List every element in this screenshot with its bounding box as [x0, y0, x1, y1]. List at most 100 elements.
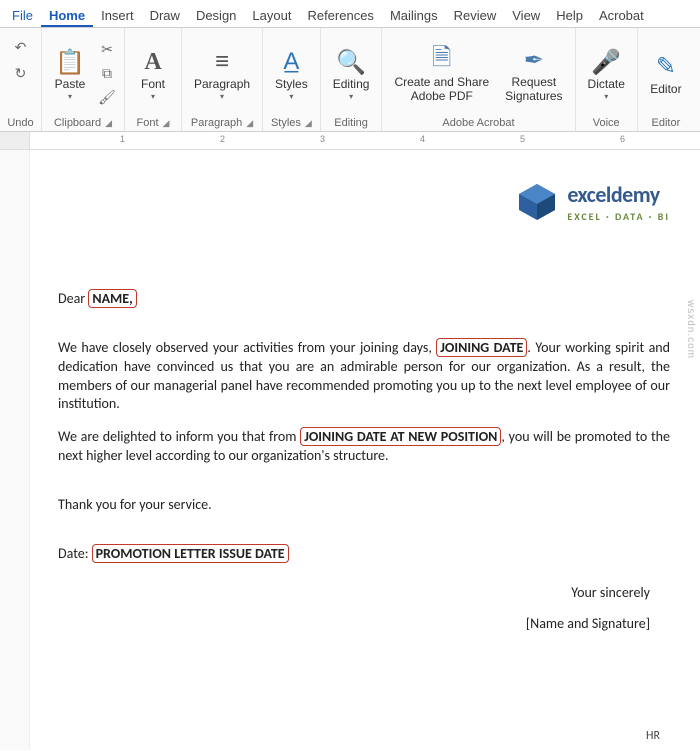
menu-design[interactable]: Design	[188, 4, 244, 27]
placeholder-joining-date: JOINING DATE	[436, 338, 527, 357]
horizontal-ruler[interactable]: 1 2 3 4 5 6	[0, 132, 700, 150]
editor-icon: ✎	[656, 51, 676, 83]
menu-draw[interactable]: Draw	[142, 4, 188, 27]
paragraph-1: We have closely observed your activities…	[58, 339, 670, 415]
font-label: Font	[141, 78, 165, 91]
signature-block: Your sincerely [Name and Signature]	[58, 584, 670, 634]
format-painter-button[interactable]: 🖌	[96, 87, 118, 109]
menu-mailings[interactable]: Mailings	[382, 4, 446, 27]
signature-line: [Name and Signature]	[58, 615, 650, 634]
cut-button[interactable]: ✂	[96, 39, 118, 61]
ribbon-group-editing: 🔍 Editing ▾ Editing	[321, 28, 383, 131]
ribbon: ↶ ↻ Undo 📋 Paste ▾ ✂ ⧉ 🖌 Clipboard ◢ A	[0, 28, 700, 132]
paragraph-icon: ≡	[215, 46, 229, 78]
group-label-paragraph: Paragraph ◢	[191, 115, 253, 129]
ruler-mark: 5	[520, 134, 525, 144]
styles-icon: A̲	[283, 46, 299, 78]
editor-button[interactable]: ✎ Editor	[644, 47, 688, 100]
closing-line: Your sincerely	[58, 584, 650, 603]
create-share-pdf-button[interactable]: 🗎 Create and Share Adobe PDF	[388, 40, 495, 106]
thanks-line: Thank you for your service.	[58, 496, 670, 515]
menu-file[interactable]: File	[4, 4, 41, 27]
styles-group-text: Styles	[271, 117, 301, 129]
menu-bar: File Home Insert Draw Design Layout Refe…	[0, 0, 700, 28]
group-label-editor: Editor	[652, 115, 681, 129]
signature-icon: ✒	[524, 44, 544, 76]
paste-label: Paste	[55, 78, 86, 91]
clipboard-icon: 📋	[55, 46, 85, 78]
menu-references[interactable]: References	[299, 4, 381, 27]
dictate-button[interactable]: 🎤 Dictate ▾	[582, 42, 631, 104]
paste-button[interactable]: 📋 Paste ▾	[48, 42, 92, 104]
date-line: Date: PROMOTION LETTER ISSUE DATE	[58, 545, 670, 564]
chevron-down-icon: ▾	[151, 92, 155, 101]
hr-label: HR	[646, 728, 660, 744]
para-group-text: Paragraph	[191, 117, 242, 129]
undo-button[interactable]: ↶	[10, 36, 32, 58]
ribbon-group-editor: ✎ Editor Editor	[638, 28, 694, 131]
page-content[interactable]: exceldemy EXCEL · DATA · BI Dear NAME, W…	[30, 150, 700, 750]
ribbon-group-adobe: 🗎 Create and Share Adobe PDF ✒ Request S…	[382, 28, 575, 131]
p1-text-a: We have closely observed your activities…	[58, 339, 436, 356]
menu-layout[interactable]: Layout	[244, 4, 299, 27]
placeholder-issue-date: PROMOTION LETTER ISSUE DATE	[92, 544, 289, 563]
copy-button[interactable]: ⧉	[96, 63, 118, 85]
search-icon: 🔍	[336, 46, 366, 78]
greeting-line: Dear NAME,	[58, 290, 670, 309]
font-group-text: Font	[137, 117, 159, 129]
menu-acrobat[interactable]: Acrobat	[591, 4, 652, 27]
font-icon: A	[144, 46, 161, 78]
redo-button[interactable]: ↻	[10, 62, 32, 84]
ruler-mark: 2	[220, 134, 225, 144]
ruler-mark: 1	[120, 134, 125, 144]
logo-main-text: exceldemy	[567, 180, 670, 210]
editor-label: Editor	[650, 83, 681, 96]
dialog-launcher-icon[interactable]: ◢	[246, 118, 253, 129]
menu-home[interactable]: Home	[41, 4, 93, 27]
editing-button[interactable]: 🔍 Editing ▾	[327, 42, 376, 104]
microphone-icon: 🎤	[591, 46, 621, 78]
date-prefix: Date:	[58, 545, 92, 562]
p2-text-a: We are delighted to inform you that from	[58, 428, 300, 445]
ruler-mark: 6	[620, 134, 625, 144]
styles-button[interactable]: A̲ Styles ▾	[269, 42, 314, 104]
placeholder-name: NAME,	[88, 289, 136, 308]
chevron-down-icon: ▾	[289, 92, 293, 101]
vertical-ruler[interactable]	[0, 150, 30, 750]
chevron-down-icon: ▾	[220, 92, 224, 101]
chevron-down-icon: ▾	[604, 92, 608, 101]
styles-label: Styles	[275, 78, 308, 91]
menu-review[interactable]: Review	[446, 4, 505, 27]
request-signatures-button[interactable]: ✒ Request Signatures	[499, 40, 568, 106]
menu-view[interactable]: View	[504, 4, 548, 27]
chevron-down-icon: ▾	[349, 92, 353, 101]
greeting-prefix: Dear	[58, 290, 88, 307]
editing-label: Editing	[333, 78, 370, 91]
logo: exceldemy EXCEL · DATA · BI	[58, 180, 670, 230]
ruler-mark: 4	[420, 134, 425, 144]
placeholder-new-position-date: JOINING DATE AT NEW POSITION	[300, 427, 501, 446]
paragraph-label: Paragraph	[194, 78, 250, 91]
ribbon-group-clipboard: 📋 Paste ▾ ✂ ⧉ 🖌 Clipboard ◢	[42, 28, 125, 131]
paragraph-2: We are delighted to inform you that from…	[58, 428, 670, 466]
watermark: wsxdn.com	[685, 300, 696, 359]
menu-insert[interactable]: Insert	[93, 4, 142, 27]
group-label-editing: Editing	[334, 115, 368, 129]
logo-icon	[515, 180, 559, 224]
ribbon-group-undo: ↶ ↻ Undo	[0, 28, 42, 131]
chevron-down-icon: ▾	[68, 92, 72, 101]
group-label-font: Font ◢	[137, 115, 170, 129]
group-label-adobe: Adobe Acrobat	[442, 115, 514, 129]
dialog-launcher-icon[interactable]: ◢	[163, 118, 170, 129]
font-button[interactable]: A Font ▾	[131, 42, 175, 104]
create-share-label: Create and Share Adobe PDF	[394, 76, 489, 102]
dialog-launcher-icon[interactable]: ◢	[305, 118, 312, 129]
dialog-launcher-icon[interactable]: ◢	[105, 118, 112, 129]
group-label-voice: Voice	[593, 115, 620, 129]
ribbon-group-font: A Font ▾ Font ◢	[125, 28, 182, 131]
pdf-icon: 🗎	[432, 44, 451, 76]
paragraph-button[interactable]: ≡ Paragraph ▾	[188, 42, 256, 104]
document-area: exceldemy EXCEL · DATA · BI Dear NAME, W…	[0, 150, 700, 750]
ribbon-group-voice: 🎤 Dictate ▾ Voice	[576, 28, 638, 131]
menu-help[interactable]: Help	[548, 4, 591, 27]
